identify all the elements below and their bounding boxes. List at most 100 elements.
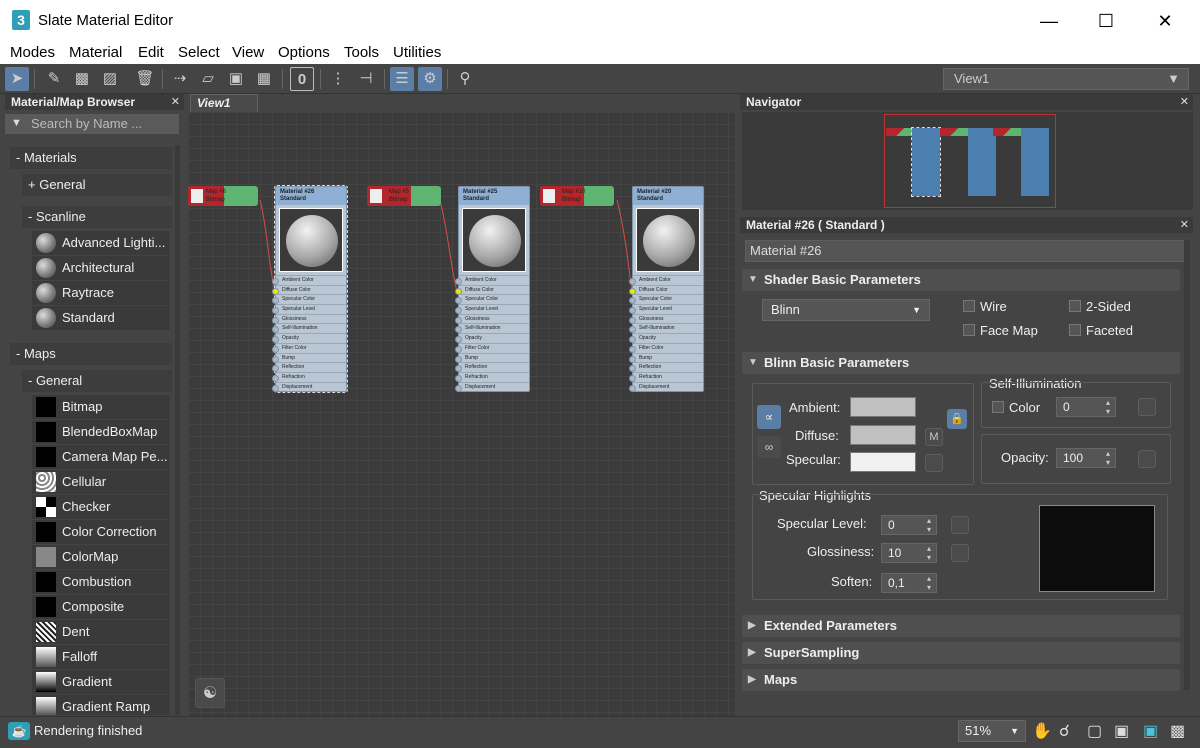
slot-row[interactable]: Glossiness	[455, 313, 529, 324]
material-node[interactable]: Material #25 Standard Ambient Color Diffu…	[455, 186, 530, 393]
slot-row[interactable]: Filter Color	[272, 342, 346, 353]
ambient-color-swatch[interactable]	[850, 397, 916, 417]
slot-row[interactable]: Opacity	[272, 333, 346, 343]
slot-row[interactable]: Diffuse Color	[629, 284, 703, 295]
slot-row[interactable]: Refraction	[455, 371, 529, 382]
hide-unused-slots-icon[interactable]: ▱	[196, 67, 220, 91]
slot-row[interactable]: Reflection	[272, 362, 346, 372]
menu-utilities[interactable]: Utilities	[393, 44, 441, 61]
material-browser-toggle-icon[interactable]: ☰	[390, 67, 414, 91]
list-item[interactable]: Bitmap	[32, 395, 170, 419]
list-item[interactable]: Gradient	[32, 670, 170, 694]
slot-row[interactable]: Displacement	[455, 381, 529, 392]
navigator-view[interactable]	[742, 112, 1193, 210]
slot-row[interactable]: Self-Illumination	[629, 323, 703, 334]
group-maps[interactable]: - Maps	[10, 343, 172, 365]
list-item[interactable]: Checker	[32, 495, 170, 519]
list-item[interactable]: Raytrace	[32, 281, 170, 305]
material-node[interactable]: Material #20 Standard Ambient Color Diffu…	[629, 186, 704, 393]
spec-level-spinner[interactable]: 0	[881, 515, 937, 535]
zoom-dropdown[interactable]: 51% ▼	[958, 720, 1026, 742]
list-item[interactable]: ColorMap	[32, 545, 170, 569]
slot-row[interactable]: Refraction	[272, 371, 346, 382]
slot-row[interactable]: Reflection	[629, 362, 703, 372]
select-tool-icon[interactable]: ➤	[5, 67, 29, 91]
slot-row[interactable]: Filter Color	[629, 342, 703, 353]
slot-row[interactable]: Specular Color	[455, 294, 529, 305]
group-maps-general[interactable]: - General	[22, 370, 172, 392]
lock-icon[interactable]: 🔒	[947, 409, 967, 429]
close-icon[interactable]: ✕	[171, 95, 180, 108]
menu-tools[interactable]: Tools	[344, 44, 379, 61]
menu-select[interactable]: Select	[178, 44, 220, 61]
layout-all-icon[interactable]: ⋮	[326, 67, 350, 91]
menu-edit[interactable]: Edit	[138, 44, 164, 61]
self-illum-spinner[interactable]: 0	[1056, 397, 1116, 417]
material-name-field[interactable]: Material #26	[745, 240, 1188, 262]
maximize-button[interactable]: ☐	[1083, 6, 1129, 36]
link-icon[interactable]: ∞	[757, 436, 781, 458]
move-children-icon[interactable]: ⇢	[168, 67, 192, 91]
delete-icon[interactable]: 🗑	[133, 67, 157, 91]
rollout-maps[interactable]: ▶ Maps	[742, 669, 1180, 691]
spec-level-map-button[interactable]	[951, 516, 969, 534]
menu-view[interactable]: View	[232, 44, 264, 61]
rollout-shader-basic[interactable]: ▼ Shader Basic Parameters	[742, 269, 1180, 291]
slot-row[interactable]: Displacement	[272, 381, 346, 392]
opacity-map-button[interactable]	[1138, 450, 1156, 468]
self-illum-map-button[interactable]	[1138, 398, 1156, 416]
close-button[interactable]: ✕	[1142, 6, 1188, 36]
slot-row[interactable]: Glossiness	[272, 313, 346, 324]
self-illum-color-checkbox[interactable]	[992, 401, 1004, 413]
fit-view-icon[interactable]: ▩	[1170, 721, 1185, 741]
browser-scrollbar[interactable]	[175, 145, 180, 715]
layout-children-icon[interactable]: ⊣	[354, 67, 378, 91]
material-node[interactable]: Material #26 Standard Ambient Color Diffu…	[272, 184, 348, 394]
specular-color-swatch[interactable]	[850, 452, 916, 472]
rollout-extended[interactable]: ▶ Extended Parameters	[742, 615, 1180, 637]
zoom-icon[interactable]: ☌	[1059, 721, 1070, 741]
show-background-icon[interactable]: ▦	[252, 67, 276, 91]
list-item[interactable]: Standard	[32, 306, 170, 330]
slot-row[interactable]: Specular Level	[629, 304, 703, 314]
slot-row[interactable]: Bump	[272, 352, 346, 363]
specular-map-button[interactable]	[925, 454, 943, 472]
params-scrollbar[interactable]	[1184, 240, 1190, 690]
binoculars-icon[interactable]: ☯	[195, 678, 225, 708]
pan-hand-icon[interactable]: ✋	[1032, 721, 1052, 741]
slot-row[interactable]: Specular Color	[629, 294, 703, 305]
list-item[interactable]: Falloff	[32, 645, 170, 669]
shader-dropdown[interactable]: Blinn ▼	[762, 299, 930, 321]
slot-row[interactable]: Opacity	[629, 333, 703, 343]
zoom-extents-selected-icon[interactable]: ▣	[1143, 721, 1158, 741]
slot-row[interactable]: Self-Illumination	[272, 323, 346, 334]
list-item[interactable]: Gradient Ramp	[32, 695, 170, 715]
map-node[interactable]: Map #6 Bitmap	[188, 186, 258, 206]
minimize-button[interactable]: —	[1026, 6, 1072, 36]
search-input[interactable]: Search by Name ...	[5, 114, 179, 134]
slot-row[interactable]: Bump	[629, 352, 703, 363]
slot-row[interactable]: Filter Color	[455, 342, 529, 353]
slot-row[interactable]: Reflection	[455, 362, 529, 372]
slot-row[interactable]: Ambient Color	[272, 275, 346, 285]
list-item[interactable]: Color Correction	[32, 520, 170, 544]
slot-row[interactable]: Specular Color	[272, 294, 346, 305]
group-materials[interactable]: - Materials	[10, 147, 172, 169]
tab-view1[interactable]: View1	[190, 94, 258, 112]
material-id-button[interactable]: 0	[290, 67, 314, 91]
diffuse-color-swatch[interactable]	[850, 425, 916, 445]
slot-row[interactable]: Opacity	[455, 333, 529, 343]
slot-row[interactable]: Bump	[455, 352, 529, 363]
list-item[interactable]: Architectural	[32, 256, 170, 280]
list-item[interactable]: Cellular	[32, 470, 170, 494]
menu-options[interactable]: Options	[278, 44, 330, 61]
slot-row[interactable]: Refraction	[629, 371, 703, 382]
rollout-supersampling[interactable]: ▶ SuperSampling	[742, 642, 1180, 664]
list-item[interactable]: Combustion	[32, 570, 170, 594]
wire-checkbox[interactable]	[963, 300, 975, 312]
group-general[interactable]: + General	[22, 174, 172, 196]
diffuse-map-button[interactable]: M	[925, 428, 943, 446]
zoom-region-icon[interactable]: ▢	[1087, 721, 1102, 741]
menu-material[interactable]: Material	[69, 44, 122, 61]
slot-row[interactable]: Displacement	[629, 381, 703, 392]
